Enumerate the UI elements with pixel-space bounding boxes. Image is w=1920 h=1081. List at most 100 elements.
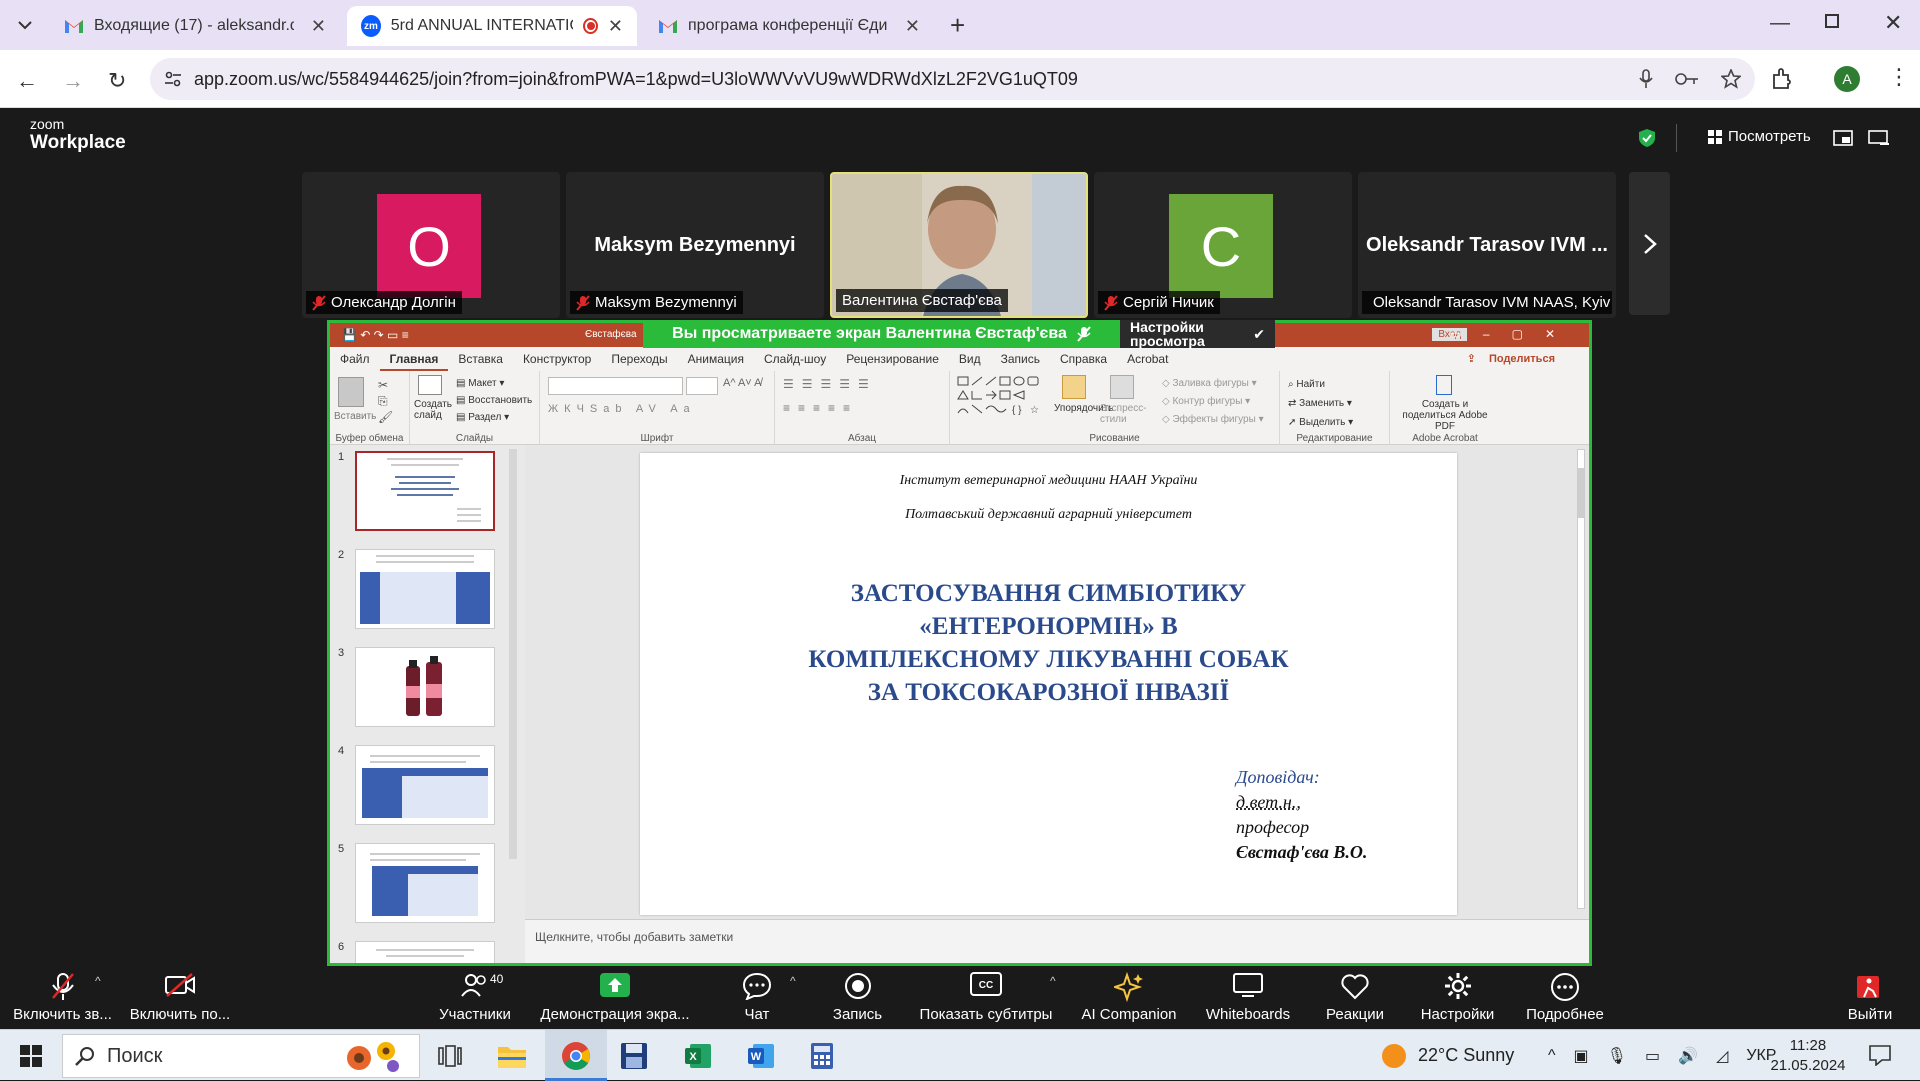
- chat-options-caret[interactable]: ^: [790, 974, 796, 988]
- window-close-button[interactable]: ✕: [1884, 10, 1902, 36]
- quick-styles-label[interactable]: Экспресс-стили: [1100, 403, 1150, 425]
- tray-overflow-icon[interactable]: ^: [1548, 1047, 1556, 1065]
- back-button[interactable]: ←: [16, 68, 38, 94]
- create-pdf-label[interactable]: Создать и поделиться Adobe PDF: [1394, 399, 1496, 432]
- restore-button[interactable]: [1825, 14, 1839, 28]
- tab-zoom-meeting[interactable]: zm 5rd ANNUAL INTERNATION ✕: [347, 6, 637, 46]
- clipboard-small-icons[interactable]: ✂ ⎘ 🖌: [378, 377, 393, 425]
- ppt-tab[interactable]: Конструктор: [513, 347, 601, 371]
- slide-thumbnail[interactable]: [355, 843, 495, 923]
- current-slide[interactable]: Інститут ветеринарної медицини НААН Укра…: [640, 453, 1457, 915]
- ppt-tab[interactable]: Вставка: [448, 347, 513, 371]
- close-icon[interactable]: ✕: [311, 16, 326, 37]
- more-button[interactable]: Подробнее: [1515, 966, 1615, 1029]
- minimize-button[interactable]: —: [1770, 12, 1790, 35]
- settings-button[interactable]: Настройки: [1410, 966, 1505, 1029]
- quick-styles-icon[interactable]: [1110, 375, 1134, 399]
- ppt-tab[interactable]: Рецензирование: [836, 347, 949, 371]
- ppt-tab[interactable]: Вид: [949, 347, 991, 371]
- file-explorer-icon[interactable]: [497, 1043, 527, 1069]
- slide-thumbnail-selected[interactable]: [355, 451, 495, 531]
- slides-commands[interactable]: ▤ Макет ▾ ▤ Восстановить ▤ Раздел ▾: [456, 375, 532, 426]
- new-slide-label[interactable]: Создать слайд: [414, 399, 452, 421]
- shape-format-commands[interactable]: ◇ Заливка фигуры ▾ ◇ Контур фигуры ▾ ◇ Эфф…: [1162, 375, 1264, 429]
- battery-icon[interactable]: ▭: [1645, 1046, 1660, 1066]
- network-icon[interactable]: ◿: [1716, 1046, 1728, 1066]
- address-bar[interactable]: app.zoom.us/wc/5584944625/join?from=join…: [150, 58, 1755, 100]
- notes-pane[interactable]: Щелкните, чтобы добавить заметки: [525, 919, 1589, 963]
- taskbar-clock[interactable]: 11:28 21.05.2024: [1762, 1036, 1854, 1076]
- gallery-next-button[interactable]: [1629, 172, 1670, 315]
- tab-gmail-inbox[interactable]: Входящие (17) - aleksandr.ds86 ✕: [50, 6, 340, 46]
- thumbnails-scrollbar[interactable]: [509, 449, 517, 859]
- save-disk-app-icon[interactable]: [620, 1042, 648, 1070]
- font-format-icons[interactable]: ЖКЧSab AV Aa: [548, 403, 696, 415]
- ppt-tab[interactable]: Справка: [1050, 347, 1117, 371]
- align-icons[interactable]: ≡≡≡≡≡: [783, 401, 858, 415]
- ppt-tab[interactable]: Переходы: [601, 347, 677, 371]
- captions-options-caret[interactable]: ^: [1050, 974, 1056, 988]
- notifications-icon[interactable]: [1868, 1044, 1892, 1066]
- participant-tile-active-speaker[interactable]: Валентина Євстаф'єва: [830, 172, 1088, 318]
- share-screen-button[interactable]: Демонстрация экра...: [535, 966, 695, 1029]
- new-slide-icon[interactable]: [418, 375, 442, 395]
- whiteboards-button[interactable]: Whiteboards: [1198, 966, 1298, 1029]
- close-icon[interactable]: ✕: [608, 16, 623, 37]
- taskbar-chrome-active[interactable]: [545, 1030, 607, 1081]
- participant-tile[interactable]: O Олександр Долгін: [302, 172, 560, 318]
- password-key-icon[interactable]: [1675, 72, 1699, 86]
- view-settings-button[interactable]: Настройки просмотра ✔: [1120, 320, 1275, 348]
- windows-start-icon[interactable]: [20, 1045, 42, 1067]
- word-icon[interactable]: W: [747, 1042, 775, 1070]
- participants-button[interactable]: 40 Участники: [430, 966, 520, 1029]
- tab-conference-program[interactable]: програма конференції Єдине ✕: [644, 6, 934, 46]
- calculator-icon[interactable]: [810, 1042, 834, 1070]
- profile-avatar[interactable]: A: [1834, 66, 1860, 92]
- close-icon[interactable]: ✕: [905, 16, 920, 37]
- ppt-tab-active[interactable]: Главная: [379, 347, 449, 371]
- slide-scrollbar[interactable]: [1577, 449, 1585, 909]
- reactions-button[interactable]: Реакции: [1315, 966, 1395, 1029]
- paste-icon[interactable]: [338, 377, 364, 407]
- participant-tile[interactable]: C Сергій Ничик: [1094, 172, 1352, 318]
- new-tab-button[interactable]: +: [950, 10, 965, 41]
- ppt-tab[interactable]: Запись: [991, 347, 1050, 371]
- encryption-shield-icon[interactable]: [1638, 128, 1656, 148]
- slide-thumbnail[interactable]: [355, 549, 495, 629]
- ppt-share-button[interactable]: ⇪ Поделиться: [1457, 347, 1575, 371]
- mic-tray-icon[interactable]: 🎙: [1607, 1046, 1627, 1066]
- slide-thumbnail[interactable]: [355, 941, 495, 963]
- view-button[interactable]: Посмотреть: [1708, 128, 1811, 145]
- task-view-icon[interactable]: [438, 1045, 462, 1067]
- weather-widget[interactable]: 22°C Sunny: [1382, 1030, 1514, 1081]
- picture-in-picture-icon[interactable]: [1833, 130, 1853, 146]
- browser-menu-icon[interactable]: ⋮: [1888, 64, 1910, 90]
- taskbar-search-box[interactable]: Поиск: [62, 1034, 420, 1078]
- chat-button[interactable]: Чат: [717, 966, 797, 1029]
- participant-tile[interactable]: Oleksandr Tarasov IVM ... Oleksandr Tara…: [1358, 172, 1616, 318]
- slide-thumbnail[interactable]: [355, 745, 495, 825]
- ppt-window-controls[interactable]: ▭–▢✕: [1450, 327, 1577, 341]
- ppt-tab[interactable]: Файл: [330, 347, 380, 371]
- ppt-tab[interactable]: Анимация: [678, 347, 754, 371]
- shapes-gallery-icon[interactable]: { } ☆: [956, 375, 1056, 419]
- editing-commands[interactable]: ⌕ Найти ⇄ Заменить ▾ ➚ Выделить ▾: [1288, 375, 1353, 432]
- minimize-meeting-icon[interactable]: [1868, 130, 1890, 146]
- slide-thumbnail[interactable]: [355, 647, 495, 727]
- arrange-icon[interactable]: [1062, 375, 1086, 399]
- extensions-icon[interactable]: [1771, 67, 1795, 91]
- meeting-tray-icon[interactable]: ▣: [1574, 1046, 1589, 1066]
- reload-button[interactable]: ↻: [108, 68, 126, 94]
- adobe-pdf-icon[interactable]: [1436, 375, 1452, 395]
- font-grow-shrink-icons[interactable]: A^ A˅ A̸: [723, 377, 762, 389]
- record-button[interactable]: Запись: [815, 966, 900, 1029]
- bookmark-star-icon[interactable]: [1721, 69, 1741, 89]
- forward-button[interactable]: →: [62, 68, 84, 94]
- start-video-button[interactable]: Включить по...: [125, 966, 235, 1029]
- audio-options-caret[interactable]: ^: [95, 974, 101, 988]
- participant-tile[interactable]: Maksym Bezymennyi Maksym Bezymennyi: [566, 172, 824, 318]
- ppt-tab[interactable]: Слайд-шоу: [754, 347, 836, 371]
- leave-meeting-button[interactable]: Выйти: [1835, 966, 1905, 1029]
- excel-icon[interactable]: X: [684, 1042, 712, 1070]
- show-captions-button[interactable]: CC Показать субтитры: [912, 966, 1060, 1029]
